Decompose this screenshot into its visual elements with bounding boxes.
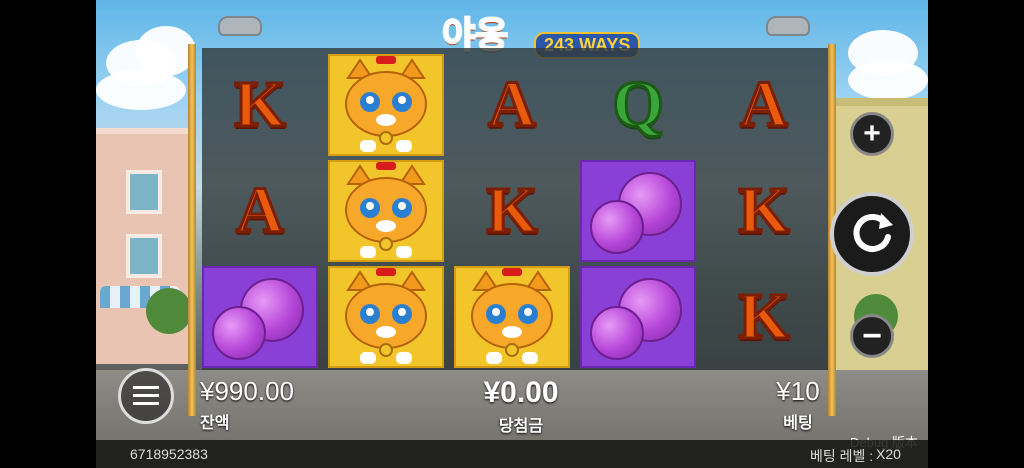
menu-icon [133,386,159,405]
cat-icon [345,268,427,364]
symbol-letter: Q [611,67,665,143]
status-bar: 6718952383 베팅 레벨 : X20 [96,440,928,468]
cat-icon [345,56,427,152]
symbol-a: A [706,54,822,156]
symbol-letter: K [233,67,287,143]
balance-label: 잔액 [200,415,230,432]
yarn-ball-icon [590,306,644,360]
window [126,170,162,214]
symbol-letter: K [485,173,539,249]
yarn-ball-icon [590,200,644,254]
bush [146,288,192,334]
reel-grid: K A Q A A K K K [202,48,828,370]
symbol-letter: K [737,279,791,355]
symbol-k: K [454,160,570,262]
symbol-letter: A [739,67,790,143]
symbol-k: K [706,266,822,368]
bet-value: ¥10 [776,376,820,406]
cloud [136,26,196,76]
cloud [848,60,928,100]
bet-panel: ¥10 베팅 [772,376,824,433]
left-lamp [218,16,262,36]
symbol-cat [328,54,444,156]
game-logo: 야옹 243 WAYS [432,6,652,59]
symbol-letter: A [235,173,286,249]
symbol-cat [454,266,570,368]
right-lamp [766,16,810,36]
symbol-a: A [454,54,570,156]
symbol-yarn [580,160,696,262]
symbol-letter: K [737,173,791,249]
bet-label: 베팅 [783,415,813,432]
symbol-k: K [706,160,822,262]
bet-level-label: 베팅 레벨 : [810,448,874,464]
win-value: ¥0.00 [483,376,559,409]
symbol-cat [328,160,444,262]
decrease-bet-button[interactable]: − [850,314,894,358]
cat-icon [471,268,553,364]
symbol-letter: A [487,67,538,143]
cat-icon [345,162,427,258]
yarn-ball-icon [212,306,266,360]
cloud [96,70,186,110]
symbol-cat [328,266,444,368]
game-scene: 야옹 243 WAYS K A Q A A K K K + − ¥990.00 … [96,0,928,468]
bet-level-value: X20 [876,446,901,462]
balance-panel: ¥990.00 잔액 [200,376,294,433]
win-panel: ¥0.00 당첨금 [466,376,576,436]
session-id: 6718952383 [130,446,208,462]
win-label: 당첨금 [498,418,544,435]
balance-value: ¥990.00 [200,376,294,406]
symbol-a: A [202,160,318,262]
symbol-q: Q [580,54,696,156]
plus-icon: + [863,117,881,150]
window [126,234,162,278]
symbol-k: K [202,54,318,156]
increase-bet-button[interactable]: + [850,112,894,156]
left-lamp-post [188,44,196,416]
symbol-yarn [580,266,696,368]
spin-icon [853,213,893,252]
symbol-yarn [202,266,318,368]
menu-button[interactable] [118,368,174,424]
minus-icon: − [862,316,882,355]
spin-button[interactable] [830,192,914,276]
